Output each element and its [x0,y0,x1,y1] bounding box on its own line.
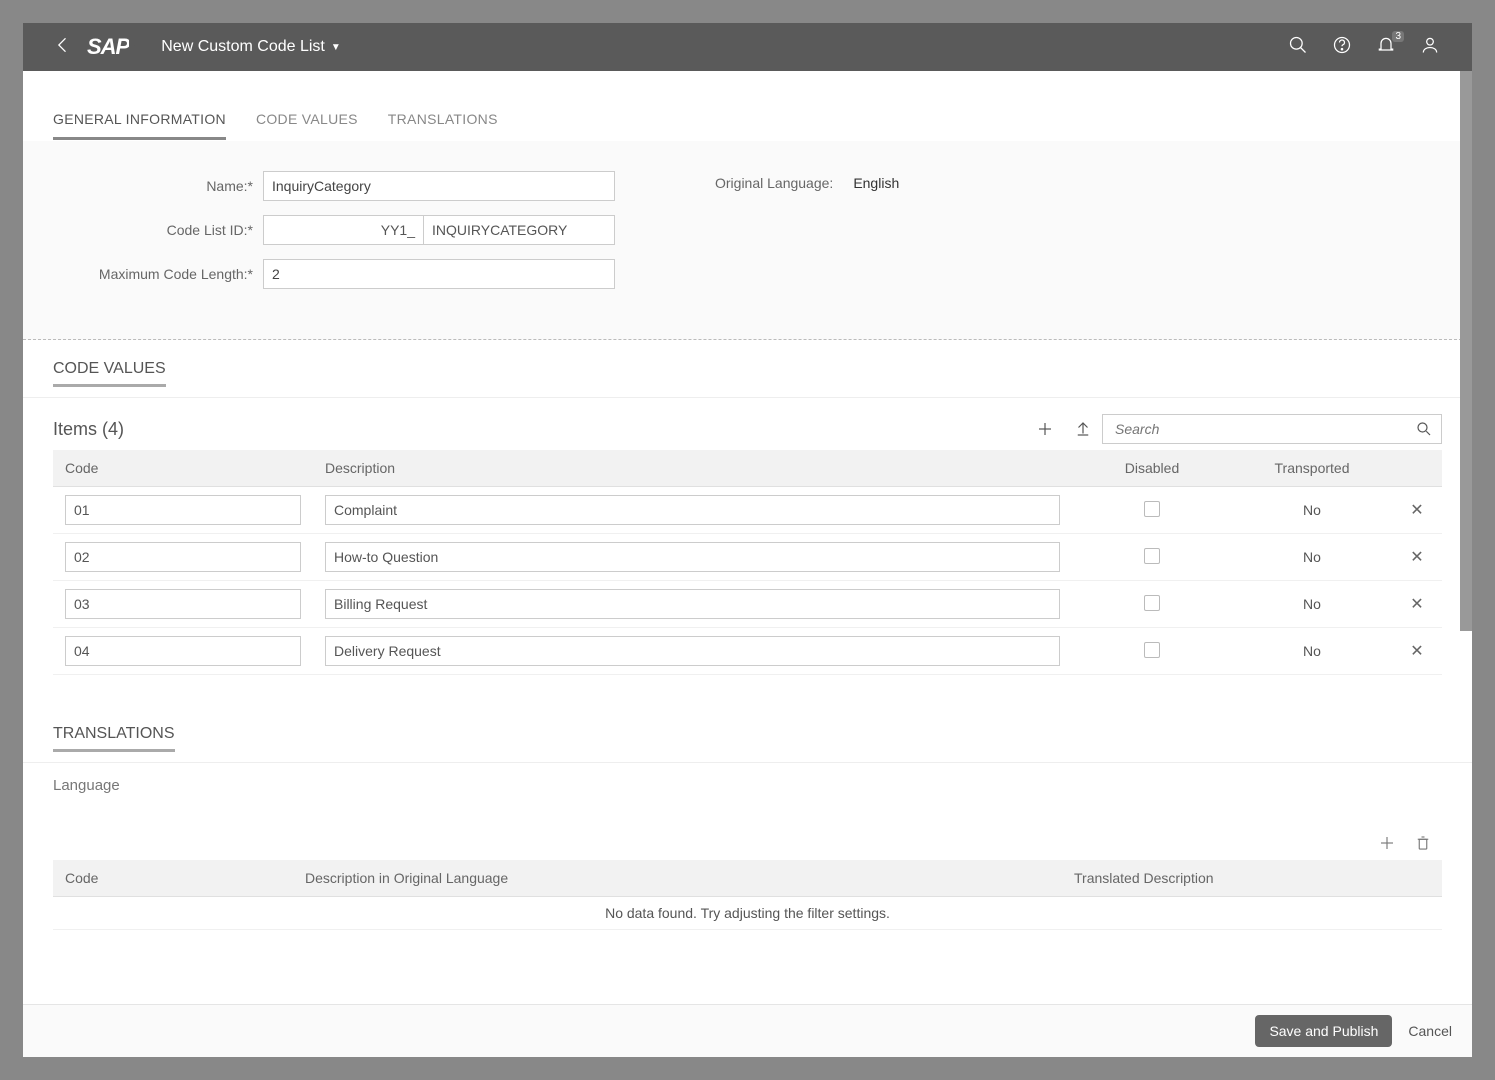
description-input[interactable] [325,589,1060,619]
delete-row-button[interactable]: ✕ [1410,596,1423,613]
delete-row-button[interactable]: ✕ [1410,502,1423,519]
tcol-desc-trans: Translated Description [1062,860,1442,897]
help-button[interactable] [1320,35,1364,60]
table-row: No ✕ [53,487,1442,534]
col-description: Description [313,450,1072,487]
delete-row-button[interactable]: ✕ [1410,549,1423,566]
page-title: New Custom Code List [161,38,325,56]
items-count: Items (4) [53,419,124,440]
table-row: No ✕ [53,581,1442,628]
name-label: Name:* [53,178,253,194]
shell-header: SAP New Custom Code List ▼ 3 [23,23,1472,71]
transported-value: No [1232,534,1392,581]
code-input[interactable] [65,589,301,619]
max-code-length-label: Maximum Code Length:* [53,266,253,282]
tcol-code: Code [53,860,293,897]
description-input[interactable] [325,542,1060,572]
col-code: Code [53,450,313,487]
caret-down-icon: ▼ [331,42,341,53]
search-input[interactable] [1111,415,1415,443]
disabled-checkbox[interactable] [1144,642,1160,658]
translations-empty-text: No data found. Try adjusting the filter … [53,897,1442,930]
code-input[interactable] [65,542,301,572]
notifications-button[interactable]: 3 [1364,35,1408,60]
transported-value: No [1232,628,1392,675]
anchor-tabs: GENERAL INFORMATION CODE VALUES TRANSLAT… [23,71,1472,141]
code-values-table-area: Items (4) Code Description [23,398,1472,705]
original-language-value: English [853,175,899,191]
translations-delete-button[interactable] [1414,834,1432,852]
tab-general-information[interactable]: GENERAL INFORMATION [53,111,226,140]
page-title-dropdown[interactable]: New Custom Code List ▼ [161,38,341,56]
code-list-id-prefix: YY1_ [263,215,423,245]
tab-translations[interactable]: TRANSLATIONS [388,111,498,140]
transported-value: No [1232,487,1392,534]
translations-heading: TRANSLATIONS [23,705,205,762]
scrollbar[interactable] [1460,71,1472,631]
original-language-label: Original Language: [715,175,833,191]
code-list-id-value: INQUIRYCATEGORY [423,215,615,245]
upload-button[interactable] [1064,420,1102,438]
sap-logo: SAP [87,34,129,60]
code-input[interactable] [65,636,301,666]
search-box[interactable] [1102,414,1442,444]
name-input[interactable] [263,171,615,201]
tcol-desc-orig: Description in Original Language [293,860,1062,897]
col-disabled: Disabled [1072,450,1232,487]
save-and-publish-button[interactable]: Save and Publish [1255,1015,1392,1047]
search-button[interactable] [1276,35,1320,60]
disabled-checkbox[interactable] [1144,501,1160,517]
table-row: No ✕ [53,628,1442,675]
general-information-panel: Name:* Code List ID:* YY1_ INQUIRYCATEGO… [23,141,1472,340]
search-icon [1415,420,1433,438]
col-transported: Transported [1232,450,1392,487]
translations-add-button[interactable] [1378,834,1396,852]
description-input[interactable] [325,636,1060,666]
notification-badge: 3 [1392,31,1404,42]
back-button[interactable] [43,35,83,60]
cancel-button[interactable]: Cancel [1408,1023,1452,1039]
tab-code-values[interactable]: CODE VALUES [256,111,358,140]
code-values-table: Code Description Disabled Transported No… [53,450,1442,675]
transported-value: No [1232,581,1392,628]
description-input[interactable] [325,495,1060,525]
disabled-checkbox[interactable] [1144,595,1160,611]
user-button[interactable] [1408,35,1452,60]
table-row: No ✕ [53,534,1442,581]
content-area: GENERAL INFORMATION CODE VALUES TRANSLAT… [23,71,1472,1004]
disabled-checkbox[interactable] [1144,548,1160,564]
code-values-heading: CODE VALUES [23,340,196,397]
code-input[interactable] [65,495,301,525]
footer-bar: Save and Publish Cancel [23,1004,1472,1057]
app-window: SAP New Custom Code List ▼ 3 GENERAL INF… [20,20,1475,1060]
translations-language-label: Language [23,763,1472,834]
translations-table: Code Description in Original Language Tr… [53,860,1442,930]
code-list-id-label: Code List ID:* [53,222,253,238]
delete-row-button[interactable]: ✕ [1410,643,1423,660]
max-code-length-input[interactable] [263,259,615,289]
add-row-button[interactable] [1026,420,1064,438]
